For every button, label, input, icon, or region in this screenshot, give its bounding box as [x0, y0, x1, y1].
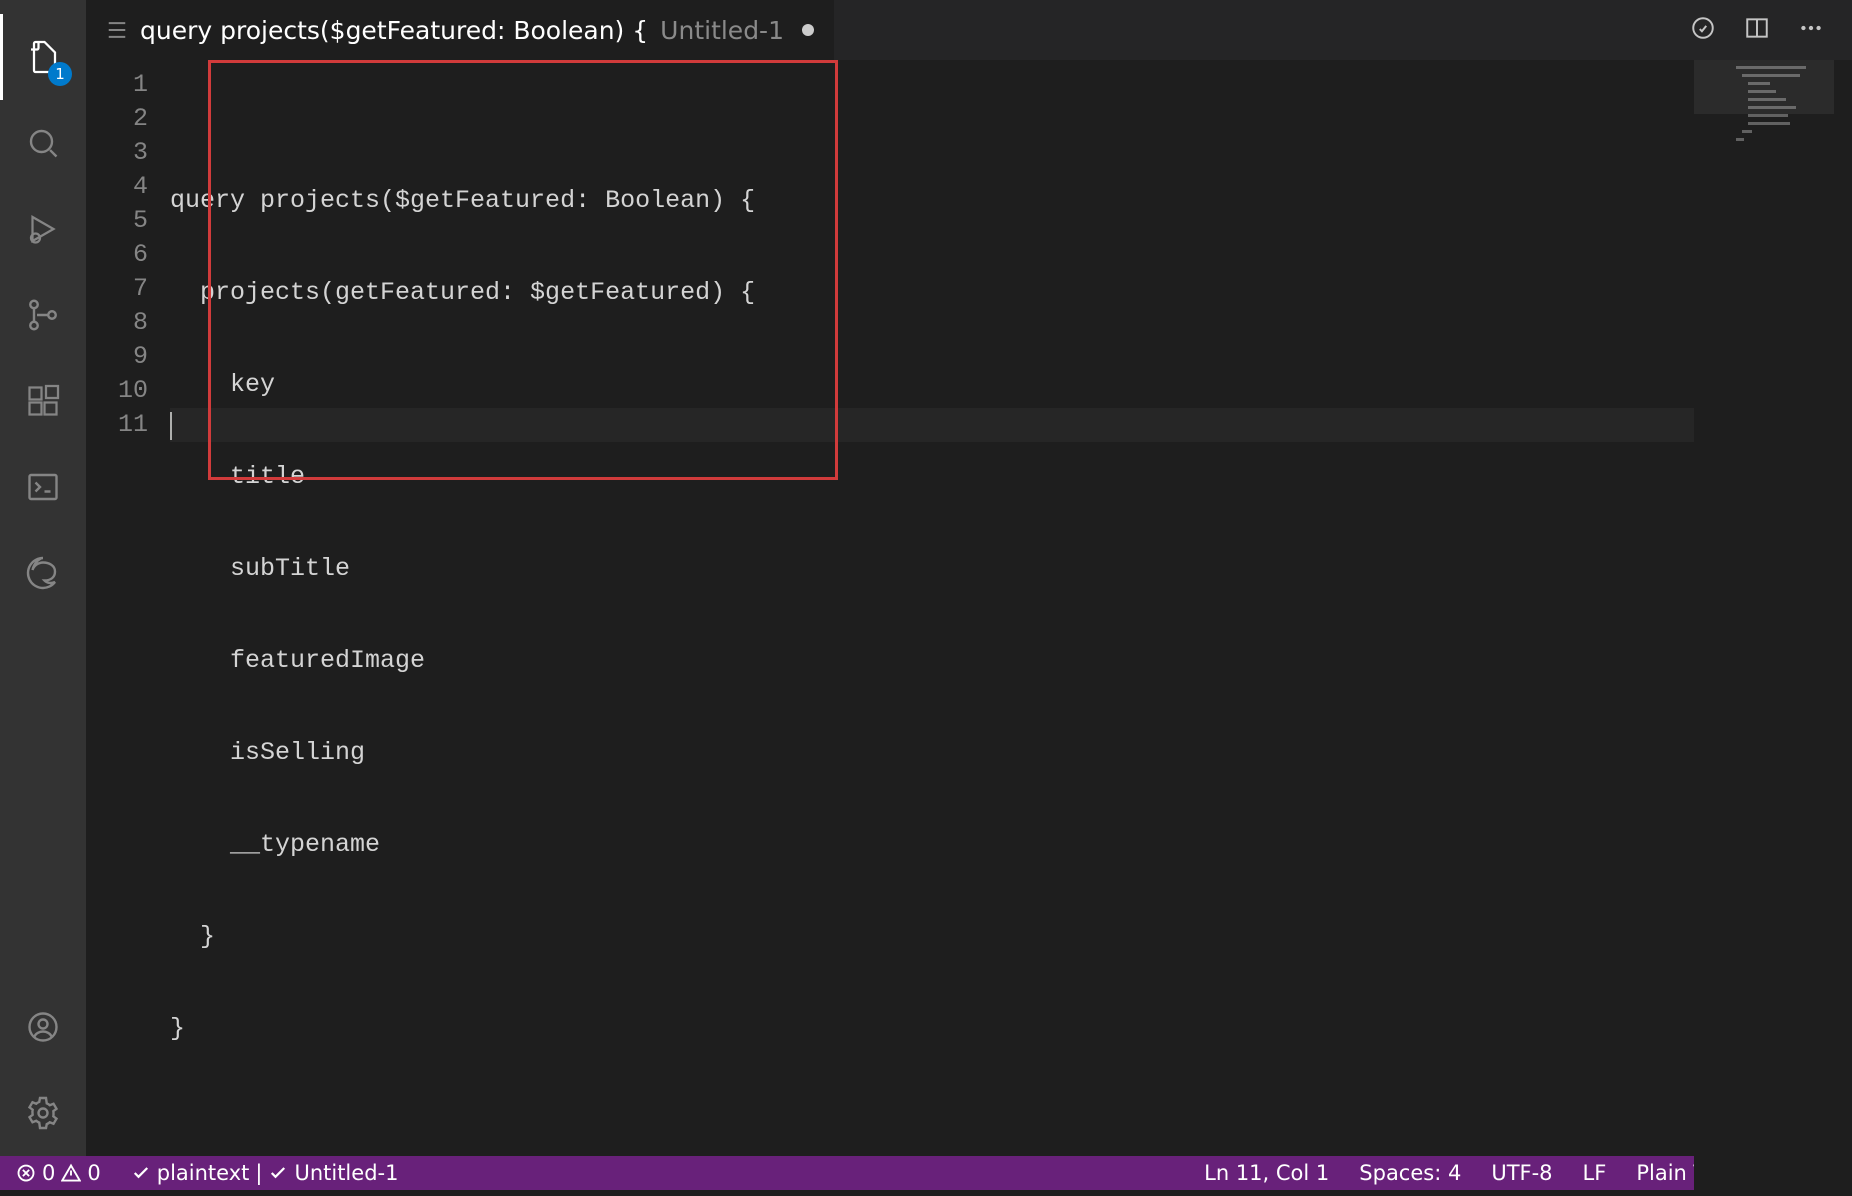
code-line: query projects($getFeatured: Boolean) {	[170, 184, 1694, 218]
activity-edge-icon[interactable]	[0, 530, 86, 616]
code-line: key	[170, 368, 1694, 402]
line-number: 3	[86, 136, 148, 170]
code-line: projects(getFeatured: $getFeatured) {	[170, 276, 1694, 310]
activity-source-control[interactable]	[0, 272, 86, 358]
activity-bar: 1	[0, 0, 86, 1156]
code-line: title	[170, 460, 1694, 494]
editor-area: query projects($getFeatured: Boolean) { …	[86, 0, 1852, 1156]
line-number-gutter: 1 2 3 4 5 6 7 8 9 10 11	[86, 60, 170, 1196]
activity-search[interactable]	[0, 100, 86, 186]
code-line: __typename	[170, 828, 1694, 862]
vertical-scrollbar[interactable]	[1834, 60, 1852, 1196]
tab-subtitle: Untitled-1	[660, 16, 784, 45]
line-number: 1	[86, 68, 148, 102]
activity-explorer[interactable]: 1	[0, 14, 86, 100]
minimap-slider[interactable]	[1694, 60, 1834, 114]
code-line	[170, 1104, 1694, 1138]
text-cursor	[170, 412, 172, 440]
run-code-action-icon[interactable]	[1690, 15, 1716, 45]
line-number: 8	[86, 306, 148, 340]
dirty-dot-icon	[802, 24, 814, 36]
tab-untitled-1[interactable]: query projects($getFeatured: Boolean) { …	[86, 0, 835, 60]
split-editor-icon[interactable]	[1744, 15, 1770, 45]
activity-terminal[interactable]	[0, 444, 86, 530]
tab-bar: query projects($getFeatured: Boolean) { …	[86, 0, 1852, 60]
tab-title: query projects($getFeatured: Boolean) {	[140, 16, 648, 45]
code-line: }	[170, 920, 1694, 954]
explorer-badge: 1	[48, 62, 72, 86]
code-content[interactable]: query projects($getFeatured: Boolean) { …	[170, 60, 1694, 1196]
code-line: }	[170, 1012, 1694, 1046]
line-number: 9	[86, 340, 148, 374]
line-number: 5	[86, 204, 148, 238]
code-line: subTitle	[170, 552, 1694, 586]
file-lines-icon	[106, 19, 128, 41]
current-line-highlight	[170, 408, 1694, 442]
code-line: isSelling	[170, 736, 1694, 770]
status-errors-count: 0	[42, 1161, 55, 1185]
line-number: 6	[86, 238, 148, 272]
activity-extensions[interactable]	[0, 358, 86, 444]
code-line: featuredImage	[170, 644, 1694, 678]
more-actions-icon[interactable]	[1798, 15, 1824, 45]
activity-settings[interactable]	[0, 1070, 86, 1156]
line-number: 10	[86, 374, 148, 408]
activity-accounts[interactable]	[0, 984, 86, 1070]
line-number: 2	[86, 102, 148, 136]
minimap[interactable]	[1694, 60, 1834, 1196]
line-number: 11	[86, 408, 148, 442]
editor-body[interactable]: 1 2 3 4 5 6 7 8 9 10 11 query projects($…	[86, 60, 1852, 1196]
line-number: 4	[86, 170, 148, 204]
activity-run-debug[interactable]	[0, 186, 86, 272]
line-number: 7	[86, 272, 148, 306]
